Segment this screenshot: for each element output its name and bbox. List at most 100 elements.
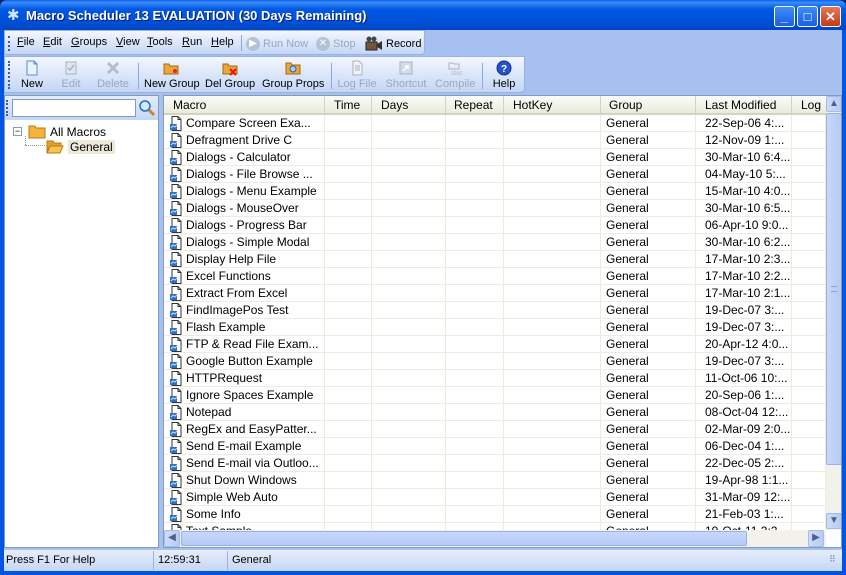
menu-file[interactable]: File <box>17 36 35 48</box>
tree-item-all-macros[interactable]: − All Macros <box>13 124 106 139</box>
table-row[interactable]: Simple Web Auto General 31-Mar-09 12:... <box>164 489 826 506</box>
record-label: Record <box>386 37 422 50</box>
column-header-repeat[interactable]: Repeat <box>446 96 504 113</box>
compile-icon: 10101 <box>448 62 463 76</box>
macro-name: Excel Functions <box>186 269 271 283</box>
compile-button[interactable]: 10101 Compile <box>435 59 475 92</box>
table-row[interactable]: Flash Example General 19-Dec-07 3:... <box>164 319 826 336</box>
log-cell <box>792 200 826 217</box>
table-row[interactable]: Google Button Example General 19-Dec-07 3:… <box>164 353 826 370</box>
menu-groups[interactable]: Groups <box>71 36 107 48</box>
column-header-last-modified[interactable]: Last Modified <box>696 96 792 113</box>
toolbar-grip[interactable] <box>8 61 10 89</box>
days-cell <box>372 200 446 217</box>
scroll-down-button[interactable]: ▼ <box>826 513 841 529</box>
log-cell <box>792 421 826 438</box>
del-group-button[interactable]: Del Group <box>205 59 255 92</box>
table-row[interactable]: Dialogs - MouseOver General 30-Mar-10 6:5.… <box>164 200 826 217</box>
maximize-button[interactable]: □ <box>797 6 818 27</box>
table-row[interactable]: RegEx and EasyPatter... General 02-Mar-09 … <box>164 421 826 438</box>
group-props-button[interactable]: Group Props <box>262 59 324 92</box>
new-group-button[interactable]: New Group <box>144 59 200 92</box>
hotkey-cell <box>504 268 601 285</box>
delete-button[interactable]: Delete <box>96 59 130 92</box>
days-cell <box>372 370 446 387</box>
column-header-group[interactable]: Group <box>601 96 696 113</box>
minimize-button[interactable]: _ <box>774 6 795 27</box>
time-cell <box>325 506 372 523</box>
table-row[interactable]: Extract From Excel General 17-Mar-10 2:1..… <box>164 285 826 302</box>
table-row[interactable]: Excel Functions General 17-Mar-10 2:2... <box>164 268 826 285</box>
table-row[interactable]: FindImagePos Test General 19-Dec-07 3:... <box>164 302 826 319</box>
scroll-up-button[interactable]: ▲ <box>826 96 841 112</box>
macro-file-icon <box>170 388 182 403</box>
table-row[interactable]: Dialogs - File Browse ... General 04-May-1… <box>164 166 826 183</box>
log-cell <box>792 285 826 302</box>
table-row[interactable]: Ignore Spaces Example General 20-Sep-06 1:… <box>164 387 826 404</box>
resize-grip-icon[interactable]: ⠿ <box>829 555 839 567</box>
search-grip[interactable] <box>6 100 8 116</box>
macro-name-cell: HTTPRequest <box>164 370 325 387</box>
table-row[interactable]: Compare Screen Exa... General 22-Sep-06 4:… <box>164 115 826 132</box>
table-row[interactable]: Send E-mail Example General 06-Dec-04 1:..… <box>164 438 826 455</box>
table-row[interactable]: HTTPRequest General 11-Oct-06 10:... <box>164 370 826 387</box>
search-icon[interactable] <box>138 99 156 117</box>
collapse-icon[interactable]: − <box>13 127 22 136</box>
log-cell <box>792 370 826 387</box>
time-cell <box>325 472 372 489</box>
table-row[interactable]: Some Info General 21-Feb-03 1:... <box>164 506 826 523</box>
column-header-time[interactable]: Time <box>325 96 372 113</box>
table-row[interactable]: Dialogs - Progress Bar General 06-Apr-10 9… <box>164 217 826 234</box>
days-cell <box>372 217 446 234</box>
vertical-scrollbar[interactable]: ▲ ▼ <box>826 96 841 530</box>
status-group: General <box>232 554 272 566</box>
menu-groups-label: roups <box>79 36 108 48</box>
edit-button[interactable]: Edit <box>59 59 83 92</box>
macro-list: Macro Time Days Repeat HotKey Group Last… <box>163 95 842 548</box>
macro-file-icon <box>170 252 182 267</box>
menu-help[interactable]: Help <box>211 36 234 48</box>
hotkey-cell <box>504 370 601 387</box>
table-row[interactable]: Send E-mail via Outloo... General 22-Dec-0… <box>164 455 826 472</box>
shortcut-icon <box>399 61 413 75</box>
days-cell <box>372 285 446 302</box>
search-input[interactable] <box>12 99 136 117</box>
log-file-button[interactable]: Log File <box>337 59 377 92</box>
horizontal-scroll-thumb[interactable] <box>181 531 747 546</box>
tree-item-general[interactable]: General <box>46 139 115 154</box>
table-row[interactable]: Dialogs - Simple Modal General 30-Mar-10 6… <box>164 234 826 251</box>
menu-edit[interactable]: Edit <box>43 36 62 48</box>
menu-view[interactable]: View <box>116 36 140 48</box>
column-header-macro[interactable]: Macro <box>164 96 325 113</box>
macro-name-cell: Send E-mail via Outloo... <box>164 455 325 472</box>
table-row[interactable]: Notepad General 08-Oct-04 12:... <box>164 404 826 421</box>
table-row[interactable]: Display Help File General 17-Mar-10 2:3... <box>164 251 826 268</box>
run-now-button[interactable]: ▶ Run Now <box>246 34 308 53</box>
shortcut-button[interactable]: Shortcut <box>383 59 429 92</box>
stop-button[interactable]: ✕ Stop <box>316 34 356 53</box>
new-button[interactable]: New <box>17 59 47 92</box>
table-row[interactable]: Dialogs - Menu Example General 15-Mar-10 4… <box>164 183 826 200</box>
close-button[interactable]: ✕ <box>820 6 841 27</box>
record-button[interactable]: Record <box>365 34 421 53</box>
macro-name: Dialogs - Calculator <box>186 150 291 164</box>
macro-name-cell: FindImagePos Test <box>164 302 325 319</box>
macro-name-cell: Dialogs - Calculator <box>164 149 325 166</box>
menu-tools[interactable]: Tools <box>147 36 173 48</box>
menu-run[interactable]: Run <box>182 36 202 48</box>
log-file-label: Log File <box>337 78 377 90</box>
column-header-hotkey[interactable]: HotKey <box>504 96 601 113</box>
table-row[interactable]: Shut Down Windows General 19-Apr-98 1:1... <box>164 472 826 489</box>
vertical-scroll-thumb[interactable] <box>826 113 841 465</box>
scroll-left-button[interactable]: ◀ <box>164 530 180 547</box>
horizontal-scrollbar[interactable]: ◀ ▶ <box>164 530 826 547</box>
title-bar[interactable]: ✱ Macro Scheduler 13 EVALUATION (30 Days… <box>0 0 846 30</box>
help-button[interactable]: ? Help <box>490 59 518 92</box>
table-row[interactable]: Defragment Drive C General 12-Nov-09 1:... <box>164 132 826 149</box>
column-header-days[interactable]: Days <box>372 96 446 113</box>
time-cell <box>325 438 372 455</box>
scroll-right-button[interactable]: ▶ <box>808 530 824 547</box>
table-row[interactable]: FTP & Read File Exam... General 20-Apr-12 … <box>164 336 826 353</box>
toolbar-grip[interactable] <box>8 36 10 51</box>
table-row[interactable]: Dialogs - Calculator General 30-Mar-10 6:4… <box>164 149 826 166</box>
